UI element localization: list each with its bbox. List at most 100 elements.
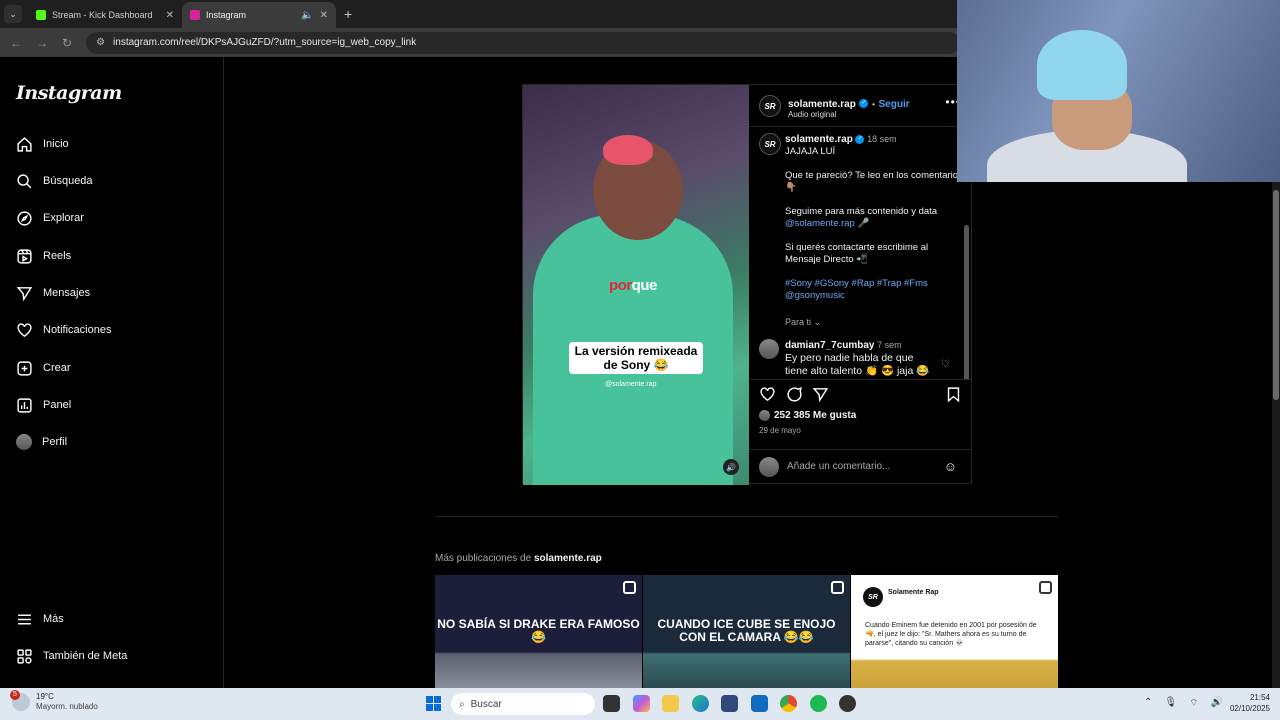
sidebar-item-mas[interactable]: Más: [0, 604, 224, 634]
comment-like-icon[interactable]: ♡: [941, 359, 950, 370]
sidebar-item-crear[interactable]: Crear: [0, 353, 224, 383]
hashtags[interactable]: #Sony #GSony #Rap #Trap #Fms @gsonymusic: [785, 278, 965, 302]
scrollbar-thumb[interactable]: [1273, 190, 1279, 400]
sidebar-item-label: Búsqueda: [43, 175, 93, 187]
more-post-thumbnail[interactable]: CUANDO ICE CUBE SE ENOJO CON EL CAMARA 😂…: [643, 575, 850, 688]
edge-icon[interactable]: [692, 695, 709, 712]
mention-link[interactable]: @solamente.rap: [785, 218, 855, 229]
tab-search-button[interactable]: ⌄: [4, 5, 22, 23]
post-time: 18 sem: [867, 134, 897, 144]
author-username[interactable]: solamente.rap: [788, 99, 856, 110]
caption-paragraph: Que te pareció? Te leo en los comentario…: [785, 170, 963, 193]
sidebar-item-label: Notificaciones: [43, 324, 112, 336]
app-icon[interactable]: [839, 695, 856, 712]
chevron-up-icon[interactable]: ⌃: [1144, 697, 1152, 710]
address-bar[interactable]: ⚙ instagram.com/reel/DKPsAJGuZFD/?utm_so…: [86, 31, 960, 54]
caption-paragraph: Seguime para más contenido y data @solame…: [785, 206, 938, 229]
taskbar-search[interactable]: ⌕ Buscar: [451, 693, 595, 715]
wifi-icon[interactable]: ⌔: [1189, 697, 1198, 710]
weather-widget[interactable]: 5 19°C Mayorm. nublado: [10, 690, 98, 712]
divider: [435, 516, 1058, 517]
sidebar-item-reels[interactable]: Reels: [0, 241, 224, 271]
tab-kick-dashboard[interactable]: Stream - Kick Dashboard ✕: [28, 2, 182, 28]
like-icon[interactable]: [759, 386, 776, 403]
page-scrollbar[interactable]: [1272, 182, 1280, 688]
store-icon[interactable]: [721, 695, 738, 712]
comment-time: 7 sem: [877, 340, 902, 350]
comments-scrollbar[interactable]: [964, 225, 969, 379]
caption-username[interactable]: solamente.rap: [785, 134, 853, 145]
verified-icon: ✓: [855, 134, 865, 144]
video-overlay-word: porque: [609, 277, 657, 294]
sidebar-item-meta[interactable]: También de Meta: [0, 641, 224, 671]
search-icon: ⌕: [459, 698, 465, 710]
messages-icon: [16, 286, 33, 301]
microphone-icon[interactable]: 🎙: [1164, 697, 1177, 710]
close-tab-icon[interactable]: ✕: [320, 10, 328, 21]
heart-icon: [17, 322, 32, 337]
bookmark-icon[interactable]: [945, 386, 962, 403]
emoji-icon[interactable]: ☺: [944, 459, 957, 474]
avatar: [759, 456, 779, 477]
clock[interactable]: 21:54 02/10/2025: [1230, 692, 1270, 714]
carousel-icon: [1039, 581, 1052, 594]
sidebar-item-explorar[interactable]: Explorar: [0, 203, 224, 233]
sidebar-item-label: Explorar: [43, 212, 84, 224]
new-tab-button[interactable]: +: [344, 6, 352, 22]
volume-icon[interactable]: 🔊: [723, 459, 739, 475]
comment-input[interactable]: Añade un comentario...: [787, 461, 936, 472]
comment-username[interactable]: damian7_7cumbay: [785, 340, 875, 351]
back-icon[interactable]: ←: [10, 36, 22, 50]
more-post-thumbnail[interactable]: NO SABÍA SI DRAKE ERA FAMOSO 😂: [435, 575, 642, 688]
spotify-icon[interactable]: [810, 695, 827, 712]
author-avatar[interactable]: SR: [759, 95, 781, 117]
share-icon[interactable]: [812, 386, 829, 403]
sidebar-item-perfil[interactable]: Perfil: [0, 427, 224, 457]
avatar: [16, 434, 32, 450]
file-explorer-icon[interactable]: [662, 695, 679, 712]
chrome-icon[interactable]: [780, 695, 797, 712]
sidebar-item-busqueda[interactable]: Búsqueda: [0, 166, 224, 196]
likes-count[interactable]: 252 385 Me gusta: [759, 410, 856, 421]
windows-start-icon[interactable]: [426, 696, 441, 711]
site-info-icon[interactable]: ⚙: [96, 37, 105, 48]
outlook-icon[interactable]: [751, 695, 768, 712]
meta-icon: [17, 648, 32, 664]
task-view-icon[interactable]: [603, 695, 620, 712]
more-posts-user[interactable]: solamente.rap: [534, 553, 602, 564]
speaker-icon[interactable]: 🔈: [301, 10, 313, 21]
post-modal: porque La versión remixeada de Sony 😂 @s…: [522, 84, 972, 485]
windows-taskbar: 5 19°C Mayorm. nublado ⌕ Buscar ⌃ 🎙 ⌔ 🔊 2…: [0, 688, 1280, 720]
video-figure-hair: [603, 135, 653, 165]
audio-label[interactable]: Audio original: [788, 110, 910, 119]
chart-icon: [17, 397, 32, 413]
sidebar-item-notificaciones[interactable]: Notificaciones: [0, 315, 224, 345]
streamer-cap: [1037, 30, 1127, 100]
author-avatar[interactable]: SR: [759, 133, 781, 155]
sidebar-item-inicio[interactable]: Inicio: [0, 129, 224, 159]
volume-icon[interactable]: 🔊: [1211, 697, 1223, 710]
plus-icon: [17, 360, 32, 376]
sidebar-item-label: Perfil: [42, 436, 68, 448]
system-tray: ⌃ 🎙 ⌔ 🔊: [1144, 697, 1223, 710]
forward-icon[interactable]: →: [36, 36, 48, 50]
instagram-logo[interactable]: Instagram: [16, 82, 122, 104]
reload-icon[interactable]: ↻: [62, 36, 72, 50]
liker-avatar: [759, 410, 770, 421]
more-posts-heading: Más publicaciones de solamente.rap: [435, 553, 602, 564]
commenter-avatar[interactable]: [759, 339, 779, 359]
follow-button[interactable]: Seguir: [879, 99, 910, 110]
tab-instagram[interactable]: Instagram 🔈 ✕: [182, 2, 336, 28]
more-post-thumbnail[interactable]: SR Solamente Rap Cuando Eminem fue deten…: [851, 575, 1058, 688]
sidebar-item-label: Inicio: [43, 138, 69, 150]
sidebar-item-panel[interactable]: Panel: [0, 390, 224, 420]
sidebar-item-mensajes[interactable]: Mensajes: [0, 278, 224, 308]
copilot-icon[interactable]: [633, 695, 650, 712]
comment-icon[interactable]: [786, 386, 803, 403]
post-date: 29 de mayo: [759, 426, 801, 435]
reels-icon: [17, 248, 32, 264]
kick-favicon-icon: [36, 10, 46, 20]
thumbnail-author: Solamente Rap: [888, 589, 939, 596]
reel-video[interactable]: porque La versión remixeada de Sony 😂 @s…: [523, 85, 749, 485]
close-tab-icon[interactable]: ✕: [166, 10, 174, 21]
